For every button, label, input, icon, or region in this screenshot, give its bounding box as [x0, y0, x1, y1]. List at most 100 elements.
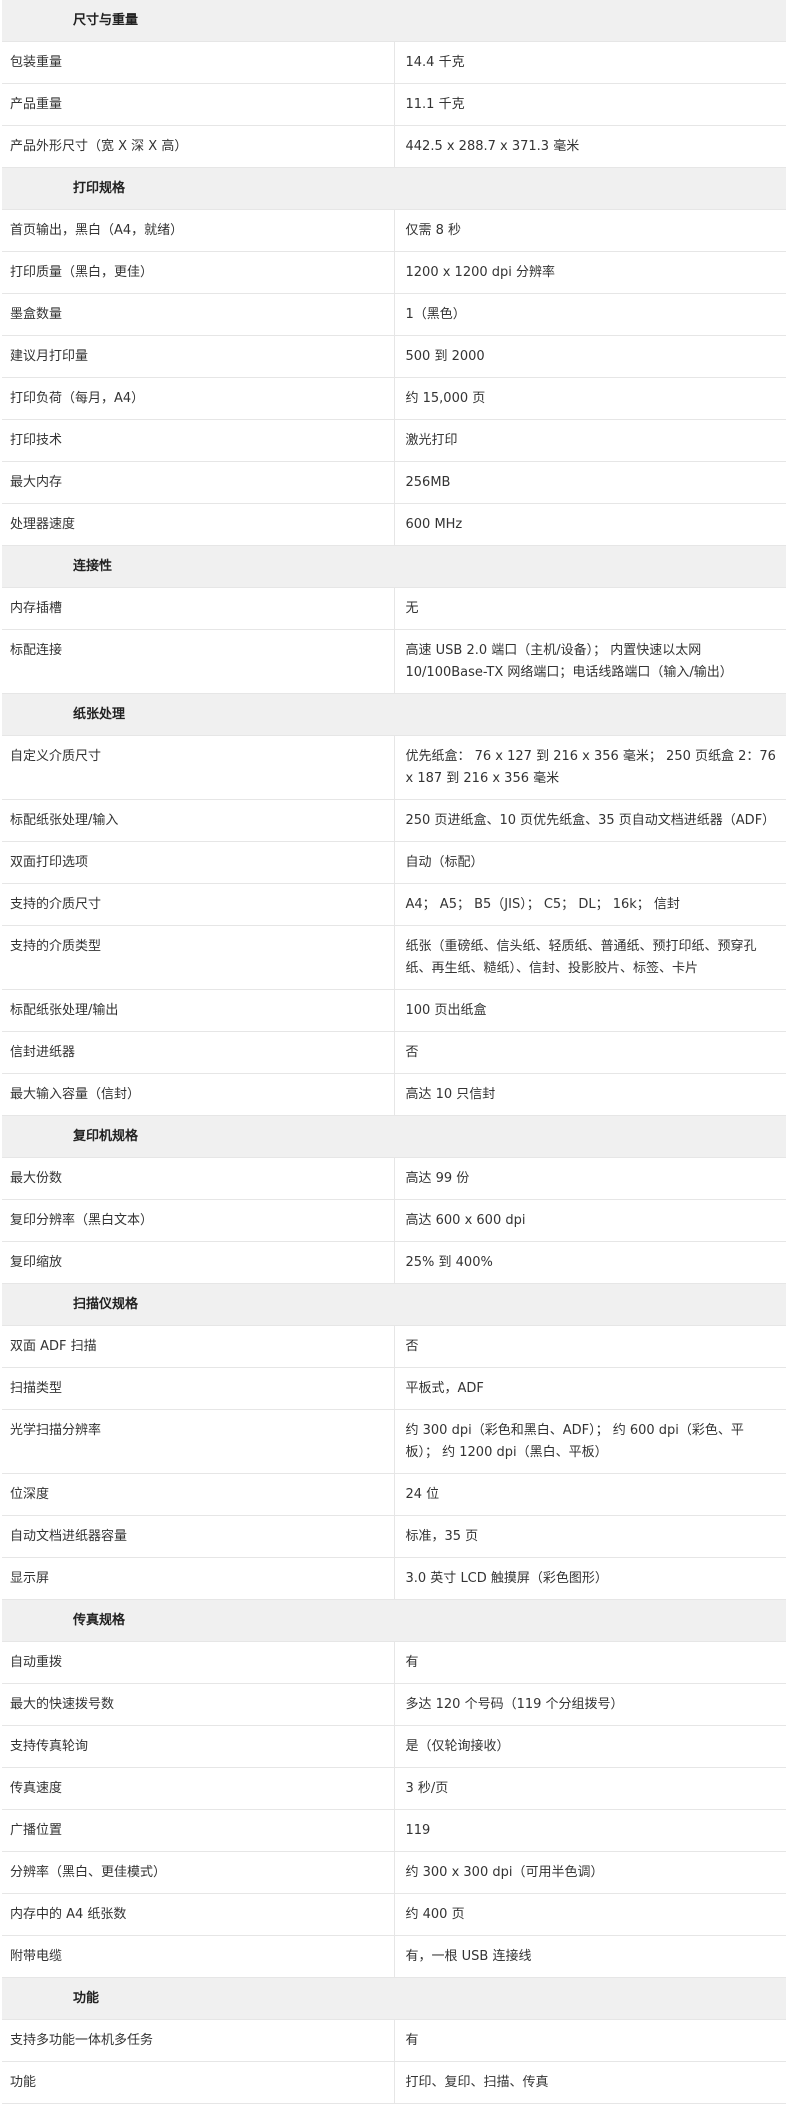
spec-row: 功能 打印、复印、扫描、传真: [2, 2061, 786, 2104]
spec-label: 标配纸张处理/输入: [2, 799, 395, 842]
spec-row: 扫描类型 平板式，ADF: [2, 1367, 786, 1410]
section-title: 复印机规格: [2, 1115, 786, 1158]
spec-label: 最大输入容量（信封）: [2, 1073, 395, 1116]
spec-row: 内存中的 A4 纸张数约 400 页: [2, 1893, 786, 1936]
spec-value: 平板式，ADF: [394, 1367, 786, 1410]
spec-row: 分辨率（黑白、更佳模式）约 300 x 300 dpi（可用半色调）: [2, 1851, 786, 1894]
section-header: 连接性: [2, 545, 786, 588]
spec-label: 支持传真轮询: [2, 1725, 395, 1768]
spec-value: 标准，35 页: [394, 1515, 786, 1558]
spec-row: 自动文档进纸器容量 标准，35 页: [2, 1515, 786, 1558]
spec-row: 自动重拨有: [2, 1641, 786, 1684]
spec-row: 传真速度 3 秒/页: [2, 1767, 786, 1810]
spec-row: 支持多功能一体机多任务有: [2, 2019, 786, 2062]
section-title: 打印规格: [2, 167, 786, 210]
spec-row: 产品重量 11.1 千克: [2, 83, 786, 126]
spec-value: 否: [394, 1325, 786, 1368]
spec-label: 最大内存: [2, 461, 395, 504]
spec-label: 支持的介质尺寸: [2, 883, 395, 926]
spec-row: 双面打印选项 自动（标配）: [2, 841, 786, 884]
spec-label: 复印分辨率（黑白文本）: [2, 1199, 395, 1242]
spec-row: 标配纸张处理/输出 100 页出纸盒: [2, 989, 786, 1032]
spec-label: 产品重量: [2, 83, 395, 126]
spec-row: 标配纸张处理/输入 250 页进纸盒、10 页优先纸盒、35 页自动文档进纸器（A…: [2, 799, 786, 842]
spec-value: 250 页进纸盒、10 页优先纸盒、35 页自动文档进纸器（ADF）: [394, 799, 786, 842]
spec-label: 分辨率（黑白、更佳模式）: [2, 1851, 395, 1894]
spec-row: 自定义介质尺寸 优先纸盒： 76 x 127 到 216 x 356 毫米； 25…: [2, 735, 786, 800]
spec-label: 信封进纸器: [2, 1031, 395, 1074]
spec-value: 3.0 英寸 LCD 触摸屏（彩色图形）: [394, 1557, 786, 1600]
spec-value: 多达 120 个号码（119 个分组拨号）: [394, 1683, 786, 1726]
spec-value: 约 15,000 页: [394, 377, 786, 420]
spec-label: 最大的快速拨号数: [2, 1683, 395, 1726]
spec-value: 256MB: [394, 461, 786, 504]
section-title: 传真规格: [2, 1599, 786, 1642]
spec-label: 打印负荷（每月，A4）: [2, 377, 395, 420]
spec-label: 处理器速度: [2, 503, 395, 546]
spec-label: 位深度: [2, 1473, 395, 1516]
spec-value: 自动（标配）: [394, 841, 786, 884]
spec-label: 光学扫描分辨率: [2, 1409, 395, 1474]
spec-row: 标配连接 高速 USB 2.0 端口（主机/设备）； 内置快速以太网 10/100…: [2, 629, 786, 694]
spec-label: 支持的介质类型: [2, 925, 395, 990]
spec-label: 产品外形尺寸（宽 X 深 X 高）: [2, 125, 395, 168]
section-title: 功能: [2, 1977, 786, 2020]
spec-row: 双面 ADF 扫描否: [2, 1325, 786, 1368]
spec-value: 高达 600 x 600 dpi: [394, 1199, 786, 1242]
spec-table: 尺寸与重量 包装重量 14.4 千克 产品重量 11.1 千克 产品外形尺寸（宽 X 深 …: [2, 0, 786, 2104]
spec-label: 打印质量（黑白，更佳）: [2, 251, 395, 294]
spec-row: 最大内存 256MB: [2, 461, 786, 504]
spec-row: 广播位置 119: [2, 1809, 786, 1852]
spec-label: 显示屏: [2, 1557, 395, 1600]
spec-value: 高达 10 只信封: [394, 1073, 786, 1116]
spec-value: 1（黑色）: [394, 293, 786, 336]
spec-value: 打印、复印、扫描、传真: [394, 2061, 786, 2104]
spec-label: 自动文档进纸器容量: [2, 1515, 395, 1558]
spec-value: 无: [394, 587, 786, 630]
spec-value: 约 300 dpi（彩色和黑白、ADF）； 约 600 dpi（彩色、平板）； …: [394, 1409, 786, 1474]
spec-value: 仅需 8 秒: [394, 209, 786, 252]
section-header: 打印规格: [2, 167, 786, 210]
spec-value: 24 位: [394, 1473, 786, 1516]
spec-row: 打印质量（黑白，更佳） 1200 x 1200 dpi 分辨率: [2, 251, 786, 294]
section-title: 尺寸与重量: [2, 0, 786, 42]
section-header: 尺寸与重量: [2, 0, 786, 42]
spec-value: 优先纸盒： 76 x 127 到 216 x 356 毫米； 250 页纸盒 2…: [394, 735, 786, 800]
spec-label: 双面 ADF 扫描: [2, 1325, 395, 1368]
section-title: 扫描仪规格: [2, 1283, 786, 1326]
spec-value: A4； A5； B5（JIS）； C5； DL； 16k； 信封: [394, 883, 786, 926]
spec-label: 首页输出，黑白（A4，就绪）: [2, 209, 395, 252]
spec-row: 最大份数 高达 99 份: [2, 1157, 786, 1200]
spec-value: 100 页出纸盒: [394, 989, 786, 1032]
spec-label: 内存中的 A4 纸张数: [2, 1893, 395, 1936]
spec-value: 442.5 x 288.7 x 371.3 毫米: [394, 125, 786, 168]
section-title: 纸张处理: [2, 693, 786, 736]
spec-row: 处理器速度 600 MHz: [2, 503, 786, 546]
section-header: 复印机规格: [2, 1115, 786, 1158]
spec-value: 激光打印: [394, 419, 786, 462]
spec-row: 产品外形尺寸（宽 X 深 X 高） 442.5 x 288.7 x 371.3 毫…: [2, 125, 786, 168]
spec-value: 有: [394, 2019, 786, 2062]
spec-label: 标配连接: [2, 629, 395, 694]
spec-row: 复印分辨率（黑白文本） 高达 600 x 600 dpi: [2, 1199, 786, 1242]
spec-value: 14.4 千克: [394, 41, 786, 84]
spec-label: 建议月打印量: [2, 335, 395, 378]
spec-row: 建议月打印量 500 到 2000: [2, 335, 786, 378]
spec-value: 有: [394, 1641, 786, 1684]
section-header: 扫描仪规格: [2, 1283, 786, 1326]
spec-value: 119: [394, 1809, 786, 1852]
spec-row: 支持的介质类型 纸张（重磅纸、信头纸、轻质纸、普通纸、预打印纸、预穿孔纸、再生纸、…: [2, 925, 786, 990]
spec-row: 复印缩放 25% 到 400%: [2, 1241, 786, 1284]
spec-row: 光学扫描分辨率约 300 dpi（彩色和黑白、ADF）； 约 600 dpi（彩…: [2, 1409, 786, 1474]
section-title: 连接性: [2, 545, 786, 588]
spec-row: 支持传真轮询 是（仅轮询接收）: [2, 1725, 786, 1768]
spec-label: 功能: [2, 2061, 395, 2104]
spec-value: 600 MHz: [394, 503, 786, 546]
spec-row: 附带电缆 有，一根 USB 连接线: [2, 1935, 786, 1978]
spec-label: 广播位置: [2, 1809, 395, 1852]
spec-label: 包装重量: [2, 41, 395, 84]
spec-value: 约 300 x 300 dpi（可用半色调）: [394, 1851, 786, 1894]
spec-value: 有，一根 USB 连接线: [394, 1935, 786, 1978]
spec-value: 1200 x 1200 dpi 分辨率: [394, 251, 786, 294]
spec-label: 附带电缆: [2, 1935, 395, 1978]
